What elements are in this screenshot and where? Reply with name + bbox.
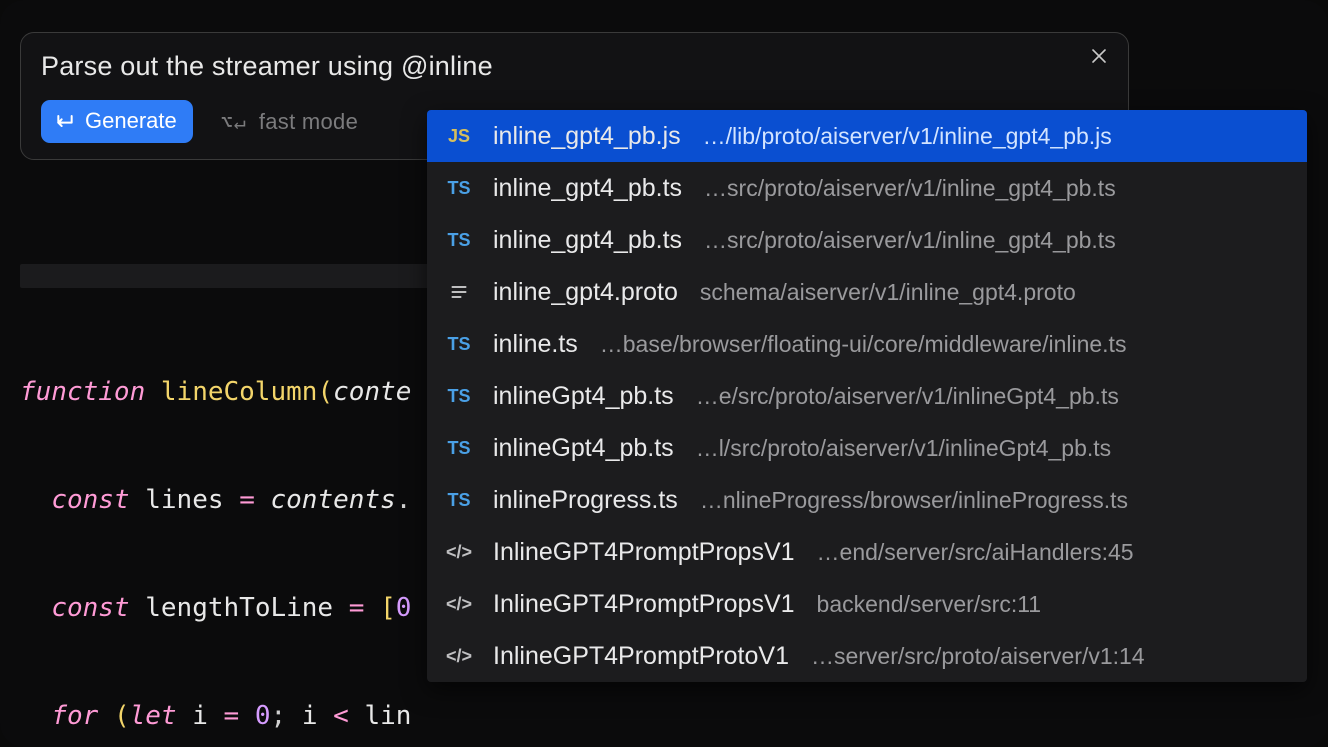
option-key-icon: ⌥↵ [221, 110, 247, 134]
file-autocomplete-dropdown: JS inline_gpt4_pb.js …/lib/proto/aiserve… [427, 110, 1307, 682]
autocomplete-item-name: InlineGPT4PromptPropsV1 [493, 590, 795, 619]
autocomplete-item-name: InlineGPT4PromptPropsV1 [493, 538, 795, 567]
autocomplete-item-name: inlineGpt4_pb.ts [493, 382, 674, 411]
ts-file-icon: TS [441, 230, 477, 251]
autocomplete-item[interactable]: TS inlineGpt4_pb.ts …e/src/proto/aiserve… [427, 370, 1307, 422]
symbol-icon: </> [441, 646, 477, 667]
fast-mode-label: fast mode [259, 109, 358, 135]
autocomplete-item-name: inlineProgress.ts [493, 486, 678, 515]
generate-button[interactable]: Generate [41, 100, 193, 143]
autocomplete-item-path: backend/server/src:11 [811, 591, 1289, 618]
autocomplete-item-path: schema/aiserver/v1/inline_gpt4.proto [694, 279, 1289, 306]
autocomplete-item-path: …src/proto/aiserver/v1/inline_gpt4_pb.ts [698, 175, 1289, 202]
symbol-icon: </> [441, 594, 477, 615]
autocomplete-item-path: …e/src/proto/aiserver/v1/inlineGpt4_pb.t… [690, 383, 1289, 410]
app-root: Parse out the streamer using @inline Gen… [0, 0, 1328, 747]
autocomplete-item-path: …nlineProgress/browser/inlineProgress.ts [694, 487, 1289, 514]
autocomplete-item[interactable]: </> InlineGPT4PromptPropsV1 …end/server/… [427, 526, 1307, 578]
autocomplete-item[interactable]: TS inlineGpt4_pb.ts …l/src/proto/aiserve… [427, 422, 1307, 474]
ts-file-icon: TS [441, 178, 477, 199]
fast-mode-toggle[interactable]: ⌥↵ fast mode [221, 109, 358, 135]
autocomplete-item-path: …src/proto/aiserver/v1/inline_gpt4_pb.ts [698, 227, 1289, 254]
js-file-icon: JS [441, 126, 477, 147]
symbol-icon: </> [441, 542, 477, 563]
autocomplete-item-name: inline_gpt4_pb.ts [493, 174, 682, 203]
proto-file-icon [441, 282, 477, 302]
autocomplete-item[interactable]: TS inlineProgress.ts …nlineProgress/brow… [427, 474, 1307, 526]
enter-icon [55, 111, 75, 131]
autocomplete-item-path: …/lib/proto/aiserver/v1/inline_gpt4_pb.j… [697, 123, 1289, 150]
prompt-input[interactable]: Parse out the streamer using @inline [41, 51, 1108, 82]
autocomplete-item-name: inline_gpt4_pb.ts [493, 226, 682, 255]
autocomplete-item-path: …end/server/src/aiHandlers:45 [811, 539, 1289, 566]
close-button[interactable] [1088, 47, 1110, 69]
autocomplete-item-name: InlineGPT4PromptProtoV1 [493, 642, 789, 671]
autocomplete-item[interactable]: JS inline_gpt4_pb.js …/lib/proto/aiserve… [427, 110, 1307, 162]
autocomplete-item-path: …base/browser/floating-ui/core/middlewar… [594, 331, 1289, 358]
autocomplete-item[interactable]: TS inline_gpt4_pb.ts …src/proto/aiserver… [427, 214, 1307, 266]
autocomplete-item[interactable]: inline_gpt4.proto schema/aiserver/v1/inl… [427, 266, 1307, 318]
ts-file-icon: TS [441, 438, 477, 459]
autocomplete-item-name: inline.ts [493, 330, 578, 359]
code-line: for (let i = 0; i < lin [20, 698, 1310, 734]
autocomplete-item[interactable]: </> InlineGPT4PromptProtoV1 …server/src/… [427, 630, 1307, 682]
autocomplete-item-name: inline_gpt4.proto [493, 278, 678, 307]
ts-file-icon: TS [441, 334, 477, 355]
autocomplete-item-path: …l/src/proto/aiserver/v1/inlineGpt4_pb.t… [690, 435, 1289, 462]
autocomplete-item-name: inlineGpt4_pb.ts [493, 434, 674, 463]
ts-file-icon: TS [441, 386, 477, 407]
ts-file-icon: TS [441, 490, 477, 511]
autocomplete-item-path: …server/src/proto/aiserver/v1:14 [805, 643, 1289, 670]
autocomplete-item[interactable]: TS inline_gpt4_pb.ts …src/proto/aiserver… [427, 162, 1307, 214]
autocomplete-item[interactable]: TS inline.ts …base/browser/floating-ui/c… [427, 318, 1307, 370]
close-icon [1091, 48, 1107, 69]
autocomplete-item-name: inline_gpt4_pb.js [493, 122, 681, 151]
generate-button-label: Generate [85, 108, 177, 134]
autocomplete-item[interactable]: </> InlineGPT4PromptPropsV1 backend/serv… [427, 578, 1307, 630]
